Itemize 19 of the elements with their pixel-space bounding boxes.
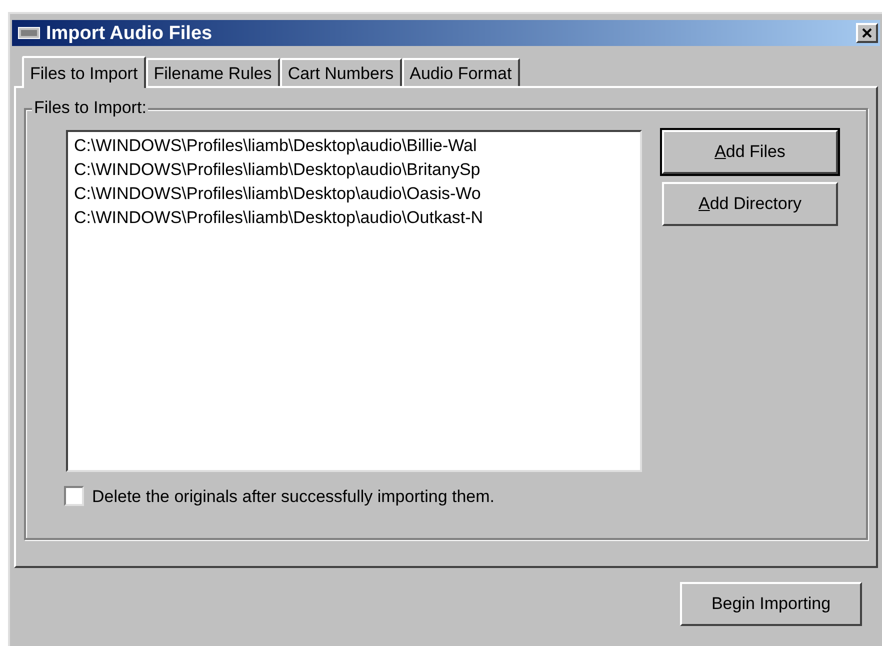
close-button[interactable] — [856, 23, 878, 43]
tab[interactable]: Files to Import — [22, 56, 146, 88]
file-path[interactable]: C:\WINDOWS\Profiles\liamb\Desktop\audio\Billie-Wal — [74, 134, 640, 158]
tab[interactable]: Cart Numbers — [280, 58, 402, 86]
file-path[interactable]: C:\WINDOWS\Profiles\liamb\Desktop\audio\Oasis-Wo — [74, 182, 640, 206]
close-icon — [862, 28, 872, 38]
window-title: Import Audio Files — [46, 24, 212, 42]
tab[interactable]: Filename Rules — [146, 58, 280, 86]
checkbox-label: Delete the originals after successfully importing them. — [92, 488, 495, 504]
group-label: Files to Import: — [32, 99, 148, 116]
begin-importing-button[interactable]: Begin Importing — [680, 582, 862, 626]
checkbox[interactable] — [64, 486, 84, 506]
file-path[interactable]: C:\WINDOWS\Profiles\liamb\Desktop\audio\BritanySp — [74, 158, 640, 182]
file-path[interactable]: C:\WINDOWS\Profiles\liamb\Desktop\audio\Outkast-N — [74, 206, 640, 230]
side-button[interactable]: Add Directory — [662, 182, 838, 226]
file-list[interactable]: C:\WINDOWS\Profiles\liamb\Desktop\audio\Billie-Wal C:\WINDOWS\Profiles\liamb\Desktop\audio\BritanySp C:\WINDOWS\Profiles\liamb\Desktop\audio\Oasis-Wo C:\WINDOWS\Profiles\liamb\Desktop\audio\Outkast-N — [66, 130, 642, 472]
window-icon — [18, 27, 40, 39]
tab[interactable]: Audio Format — [402, 58, 520, 86]
side-button[interactable]: Add Files — [662, 130, 838, 174]
